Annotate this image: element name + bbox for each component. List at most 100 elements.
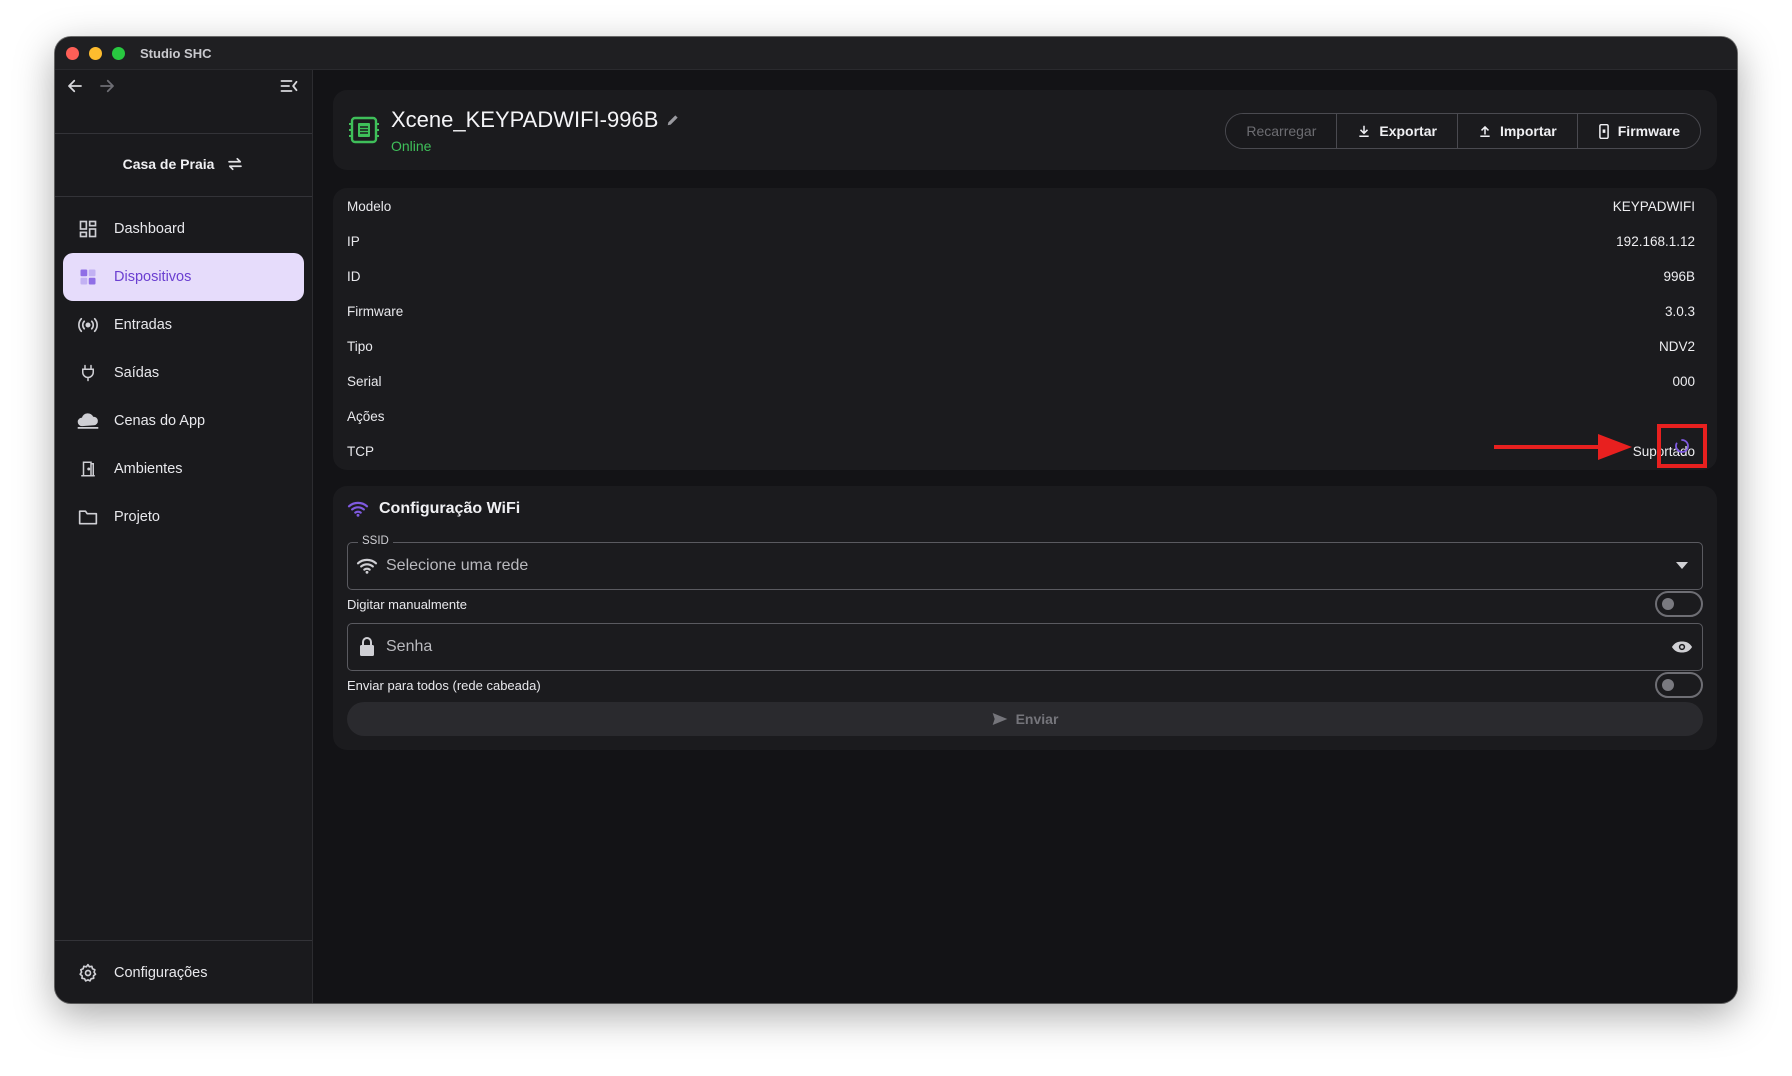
- device-actions: Recarregar Exportar Importar Firmware: [1225, 113, 1701, 149]
- info-value: KEYPADWIFI: [1612, 198, 1695, 214]
- manual-label: Digitar manualmente: [347, 596, 467, 612]
- devices-icon: [76, 265, 100, 289]
- info-row-ip: IP 192.168.1.12: [347, 231, 1695, 251]
- info-label: Modelo: [347, 198, 392, 214]
- wifi-title: Configuração WiFi: [347, 500, 520, 518]
- back-button[interactable]: [61, 72, 89, 100]
- plug-icon: [76, 361, 100, 385]
- loading-spinner-icon: [1675, 439, 1689, 453]
- sidebar-item-label: Projeto: [114, 509, 160, 525]
- sidebar-item-cenas[interactable]: Cenas do App: [63, 397, 304, 445]
- settings-label: Configurações: [114, 965, 208, 981]
- reload-label: Recarregar: [1246, 123, 1317, 139]
- password-placeholder: Senha: [386, 638, 433, 655]
- sidebar-item-configuracoes[interactable]: Configurações: [63, 949, 304, 997]
- info-row-firmware: Firmware 3.0.3: [347, 301, 1695, 321]
- chevron-down-icon[interactable]: [1662, 562, 1702, 570]
- swap-icon: [228, 157, 243, 171]
- wifi-icon: [348, 557, 386, 575]
- phone-icon: [1598, 123, 1609, 139]
- info-label: TCP: [347, 443, 374, 459]
- window-title: Studio SHC: [140, 46, 212, 61]
- forward-button[interactable]: [93, 72, 121, 100]
- reload-button[interactable]: Recarregar: [1226, 114, 1337, 148]
- annotation-arrow-icon: [1494, 434, 1632, 460]
- info-row-serial: Serial 000: [347, 371, 1695, 391]
- menu-collapse-icon: [280, 80, 298, 92]
- sidebar-item-dashboard[interactable]: Dashboard: [63, 205, 304, 253]
- eye-icon[interactable]: [1662, 640, 1702, 654]
- dashboard-icon: [76, 217, 100, 241]
- ssid-label: SSID: [358, 535, 393, 547]
- door-icon: [76, 457, 100, 481]
- upload-icon: [1480, 125, 1490, 138]
- import-label: Importar: [1499, 123, 1557, 139]
- toggle-knob: [1662, 598, 1674, 610]
- minimize-window-button[interactable]: [89, 47, 102, 60]
- firmware-label: Firmware: [1617, 123, 1680, 139]
- broadcast-toggle[interactable]: [1655, 672, 1703, 698]
- send-label: Enviar: [1015, 711, 1059, 727]
- device-name: Xcene_KEYPADWIFI-996B: [391, 107, 659, 132]
- maximize-window-button[interactable]: [112, 47, 125, 60]
- info-value: NDV2: [1658, 338, 1695, 354]
- download-icon: [1359, 125, 1370, 138]
- sidebar-item-label: Entradas: [114, 317, 173, 333]
- divider: [55, 196, 312, 197]
- project-switcher[interactable]: Casa de Praia: [55, 133, 312, 195]
- lock-icon: [348, 637, 386, 657]
- info-label: Tipo: [347, 338, 373, 354]
- broadcast-toggle-row: Enviar para todos (rede cabeada): [347, 670, 1703, 700]
- info-value: 000: [1672, 373, 1695, 389]
- send-icon: [992, 713, 1007, 725]
- manual-toggle[interactable]: [1655, 591, 1703, 617]
- info-row-modelo: Modelo KEYPADWIFI: [347, 196, 1695, 216]
- info-label: Firmware: [347, 303, 404, 319]
- sidebar-item-saidas[interactable]: Saídas: [63, 349, 304, 397]
- device-status: Online: [391, 138, 432, 154]
- title-bar: Studio SHC: [55, 37, 1737, 70]
- broadcast-icon: [76, 313, 100, 337]
- sidebar: Casa de Praia Dashboard Dispositivos Ent…: [55, 70, 313, 1003]
- wifi-config: Configuração WiFi SSID Selecione uma red…: [333, 486, 1717, 750]
- device-title: Xcene_KEYPADWIFI-996B: [391, 107, 680, 133]
- info-row-tipo: Tipo NDV2: [347, 336, 1695, 356]
- ssid-placeholder: Selecione uma rede: [386, 557, 529, 574]
- info-value: 3.0.3: [1664, 303, 1695, 319]
- divider: [55, 940, 312, 941]
- wifi-icon: [347, 501, 369, 517]
- toggle-knob: [1662, 679, 1674, 691]
- send-button[interactable]: Enviar: [347, 702, 1703, 736]
- sidebar-item-projeto[interactable]: Projeto: [63, 493, 304, 541]
- device-header: Xcene_KEYPADWIFI-996B Online Recarregar …: [333, 90, 1717, 170]
- folder-icon: [76, 505, 100, 529]
- info-label: Serial: [347, 373, 382, 389]
- info-row-id: ID 996B: [347, 266, 1695, 286]
- sidebar-item-ambientes[interactable]: Ambientes: [63, 445, 304, 493]
- app-window: Studio SHC Casa de Praia Dashboard Dispo…: [55, 37, 1737, 1003]
- pencil-icon[interactable]: [666, 113, 680, 127]
- import-button[interactable]: Importar: [1456, 114, 1577, 148]
- sidebar-item-label: Dispositivos: [114, 269, 192, 285]
- firmware-button[interactable]: Firmware: [1576, 114, 1700, 148]
- info-value: 996B: [1663, 268, 1695, 284]
- info-label: ID: [347, 268, 361, 284]
- collapse-sidebar-button[interactable]: [275, 72, 303, 100]
- gear-icon: [76, 961, 100, 985]
- info-value: 192.168.1.12: [1616, 233, 1695, 249]
- sidebar-item-dispositivos[interactable]: Dispositivos: [63, 253, 304, 301]
- cloud-icon: [76, 409, 100, 433]
- sidebar-menu: Dashboard Dispositivos Entradas Saídas C…: [63, 205, 304, 541]
- wifi-title-text: Configuração WiFi: [379, 500, 521, 517]
- sidebar-item-entradas[interactable]: Entradas: [63, 301, 304, 349]
- password-field[interactable]: Senha: [347, 623, 1703, 671]
- ssid-select[interactable]: SSID Selecione uma rede: [347, 535, 1703, 590]
- broadcast-label: Enviar para todos (rede cabeada): [347, 677, 541, 693]
- export-button[interactable]: Exportar: [1336, 114, 1457, 148]
- close-window-button[interactable]: [66, 47, 79, 60]
- arrow-left-icon: [68, 79, 82, 93]
- sidebar-item-label: Cenas do App: [114, 413, 206, 429]
- arrow-right-icon: [100, 79, 114, 93]
- info-row-acoes: Ações: [347, 406, 1695, 426]
- project-name: Casa de Praia: [122, 156, 215, 172]
